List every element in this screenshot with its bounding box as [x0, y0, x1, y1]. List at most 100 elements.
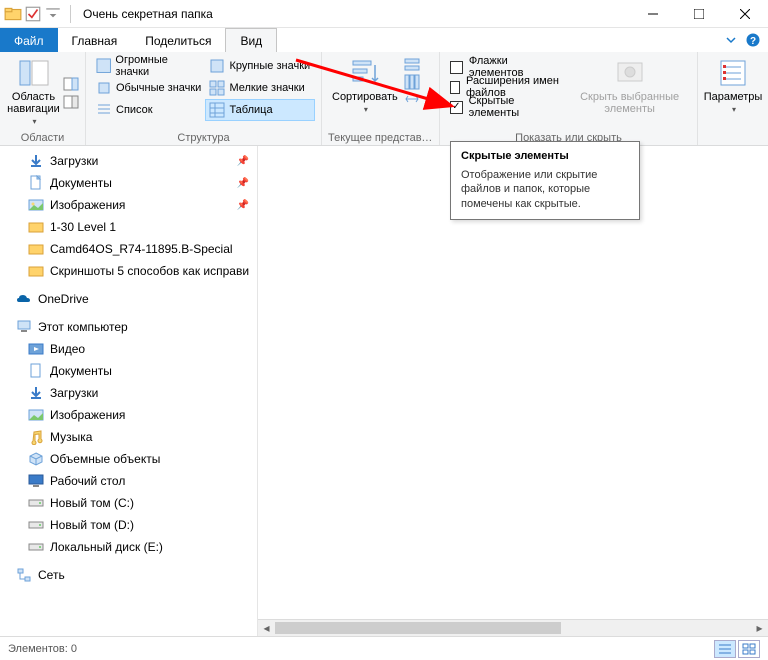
pin-icon: 📌 — [237, 200, 249, 211]
nav-pictures2[interactable]: Изображения — [0, 404, 257, 426]
nav-folder-camd[interactable]: Camd64OS_R74-11895.B-Special — [0, 238, 257, 260]
small-icons-icon — [209, 80, 225, 96]
size-columns-icon[interactable] — [404, 91, 420, 107]
window-title: Очень секретная папка — [75, 7, 213, 21]
status-bar: Элементов: 0 — [0, 636, 768, 660]
music-icon — [28, 429, 44, 445]
tooltip-hidden-items: Скрытые элементы Отображение или скрытие… — [450, 141, 640, 220]
nav-tree[interactable]: Загрузки📌 Документы📌 Изображения📌 1-30 L… — [0, 146, 258, 636]
onedrive-icon — [16, 291, 32, 307]
nav-drive-c[interactable]: Новый том (C:) — [0, 492, 257, 514]
folder-icon — [28, 241, 44, 257]
layout-medium[interactable]: Обычные значки — [92, 77, 205, 99]
layout-table[interactable]: Таблица — [205, 99, 315, 121]
ribbon-group-options: Параметры ▾ — [698, 52, 768, 145]
objects3d-icon — [28, 451, 44, 467]
details-pane-icon[interactable] — [63, 94, 79, 110]
sort-button[interactable]: Сортировать ▾ — [328, 55, 402, 130]
nav-3dobjects[interactable]: Объемные объекты — [0, 448, 257, 470]
huge-icons-icon — [96, 58, 111, 74]
nav-thispc[interactable]: Этот компьютер — [0, 316, 257, 338]
titlebar: Очень секретная папка — [0, 0, 768, 28]
nav-folder-level[interactable]: 1-30 Level 1 — [0, 216, 257, 238]
ribbon-tabs: Файл Главная Поделиться Вид ? — [0, 28, 768, 52]
documents-icon — [28, 175, 44, 191]
ribbon-group-panes: Область навигации ▾ Области — [0, 52, 86, 145]
checkbox-item-checkboxes[interactable]: Флажки элементов — [446, 57, 568, 77]
scroll-thumb[interactable] — [275, 622, 561, 634]
ribbon-group-showhide: Флажки элементов Расширения имен файлов … — [440, 52, 698, 145]
table-icon — [209, 102, 225, 118]
tab-share[interactable]: Поделиться — [131, 28, 225, 52]
pictures-icon — [28, 197, 44, 213]
checkbox-extensions[interactable]: Расширения имен файлов — [446, 77, 568, 97]
close-button[interactable] — [722, 0, 768, 28]
nav-onedrive[interactable]: OneDrive — [0, 288, 257, 310]
chevron-down-icon: ▾ — [364, 105, 368, 114]
drive-icon — [28, 517, 44, 533]
help-icon[interactable]: ? — [742, 28, 764, 52]
downloads-icon — [28, 385, 44, 401]
nav-folder-screenshots[interactable]: Скриншоты 5 способов как исправи — [0, 260, 257, 282]
minimize-button[interactable] — [630, 0, 676, 28]
maximize-button[interactable] — [676, 0, 722, 28]
layout-huge[interactable]: Огромные значки — [92, 55, 205, 77]
large-icons-icon — [209, 58, 225, 74]
nav-pictures[interactable]: Изображения📌 — [0, 194, 257, 216]
nav-network[interactable]: Сеть — [0, 564, 257, 586]
tab-file[interactable]: Файл — [0, 28, 58, 52]
nav-drive-e[interactable]: Локальный диск (E:) — [0, 536, 257, 558]
hide-selected-button: Скрыть выбранные элементы — [568, 55, 691, 130]
pin-icon: 📌 — [237, 156, 249, 167]
preview-pane-icon[interactable] — [63, 76, 79, 92]
downloads-icon — [28, 153, 44, 169]
ribbon-expand-icon[interactable] — [720, 28, 742, 52]
nav-pane-icon — [18, 57, 50, 89]
desktop-icon — [28, 473, 44, 489]
status-item-count: Элементов: 0 — [8, 643, 77, 655]
pictures-icon — [28, 407, 44, 423]
tab-home[interactable]: Главная — [58, 28, 132, 52]
nav-documents2[interactable]: Документы — [0, 360, 257, 382]
nav-downloads[interactable]: Загрузки📌 — [0, 150, 257, 172]
nav-videos[interactable]: Видео — [0, 338, 257, 360]
checkbox-hidden-items[interactable]: Скрытые элементы — [446, 97, 568, 117]
add-columns-icon[interactable] — [404, 74, 420, 90]
svg-text:?: ? — [750, 36, 756, 47]
options-icon — [717, 57, 749, 89]
nav-music[interactable]: Музыка — [0, 426, 257, 448]
sort-icon — [349, 57, 381, 89]
drive-icon — [28, 495, 44, 511]
folder-icon — [28, 263, 44, 279]
chevron-down-icon: ▾ — [732, 105, 736, 114]
folder-icon — [4, 5, 22, 23]
view-thumbnails-button[interactable] — [738, 640, 760, 658]
scroll-right-icon[interactable]: ▸ — [751, 620, 768, 636]
checkbox-qat-icon[interactable] — [24, 5, 42, 23]
documents-icon — [28, 363, 44, 379]
scroll-left-icon[interactable]: ◂ — [258, 620, 275, 636]
nav-downloads2[interactable]: Загрузки — [0, 382, 257, 404]
options-button[interactable]: Параметры ▾ — [704, 55, 762, 142]
list-icon — [96, 102, 112, 118]
layout-list[interactable]: Список — [92, 99, 205, 121]
ribbon: Область навигации ▾ Области Огромные зна… — [0, 52, 768, 146]
view-details-button[interactable] — [714, 640, 736, 658]
chevron-down-icon: ▾ — [32, 117, 36, 126]
main-area: Загрузки📌 Документы📌 Изображения📌 1-30 L… — [0, 146, 768, 636]
layout-large[interactable]: Крупные значки — [205, 55, 315, 77]
medium-icons-icon — [96, 80, 112, 96]
nav-pane-button[interactable]: Область навигации ▾ — [6, 55, 61, 130]
group-by-icon[interactable] — [404, 57, 420, 73]
nav-documents[interactable]: Документы📌 — [0, 172, 257, 194]
horizontal-scrollbar[interactable]: ◂ ▸ — [258, 619, 768, 636]
folder-icon — [28, 219, 44, 235]
qat-dropdown-icon[interactable] — [44, 5, 62, 23]
thispc-icon — [16, 319, 32, 335]
nav-desktop[interactable]: Рабочий стол — [0, 470, 257, 492]
ribbon-group-currentview: Сортировать ▾ Текущее представлен... — [322, 52, 440, 145]
tab-view[interactable]: Вид — [225, 28, 277, 52]
layout-small[interactable]: Мелкие значки — [205, 77, 315, 99]
network-icon — [16, 567, 32, 583]
nav-drive-d[interactable]: Новый том (D:) — [0, 514, 257, 536]
